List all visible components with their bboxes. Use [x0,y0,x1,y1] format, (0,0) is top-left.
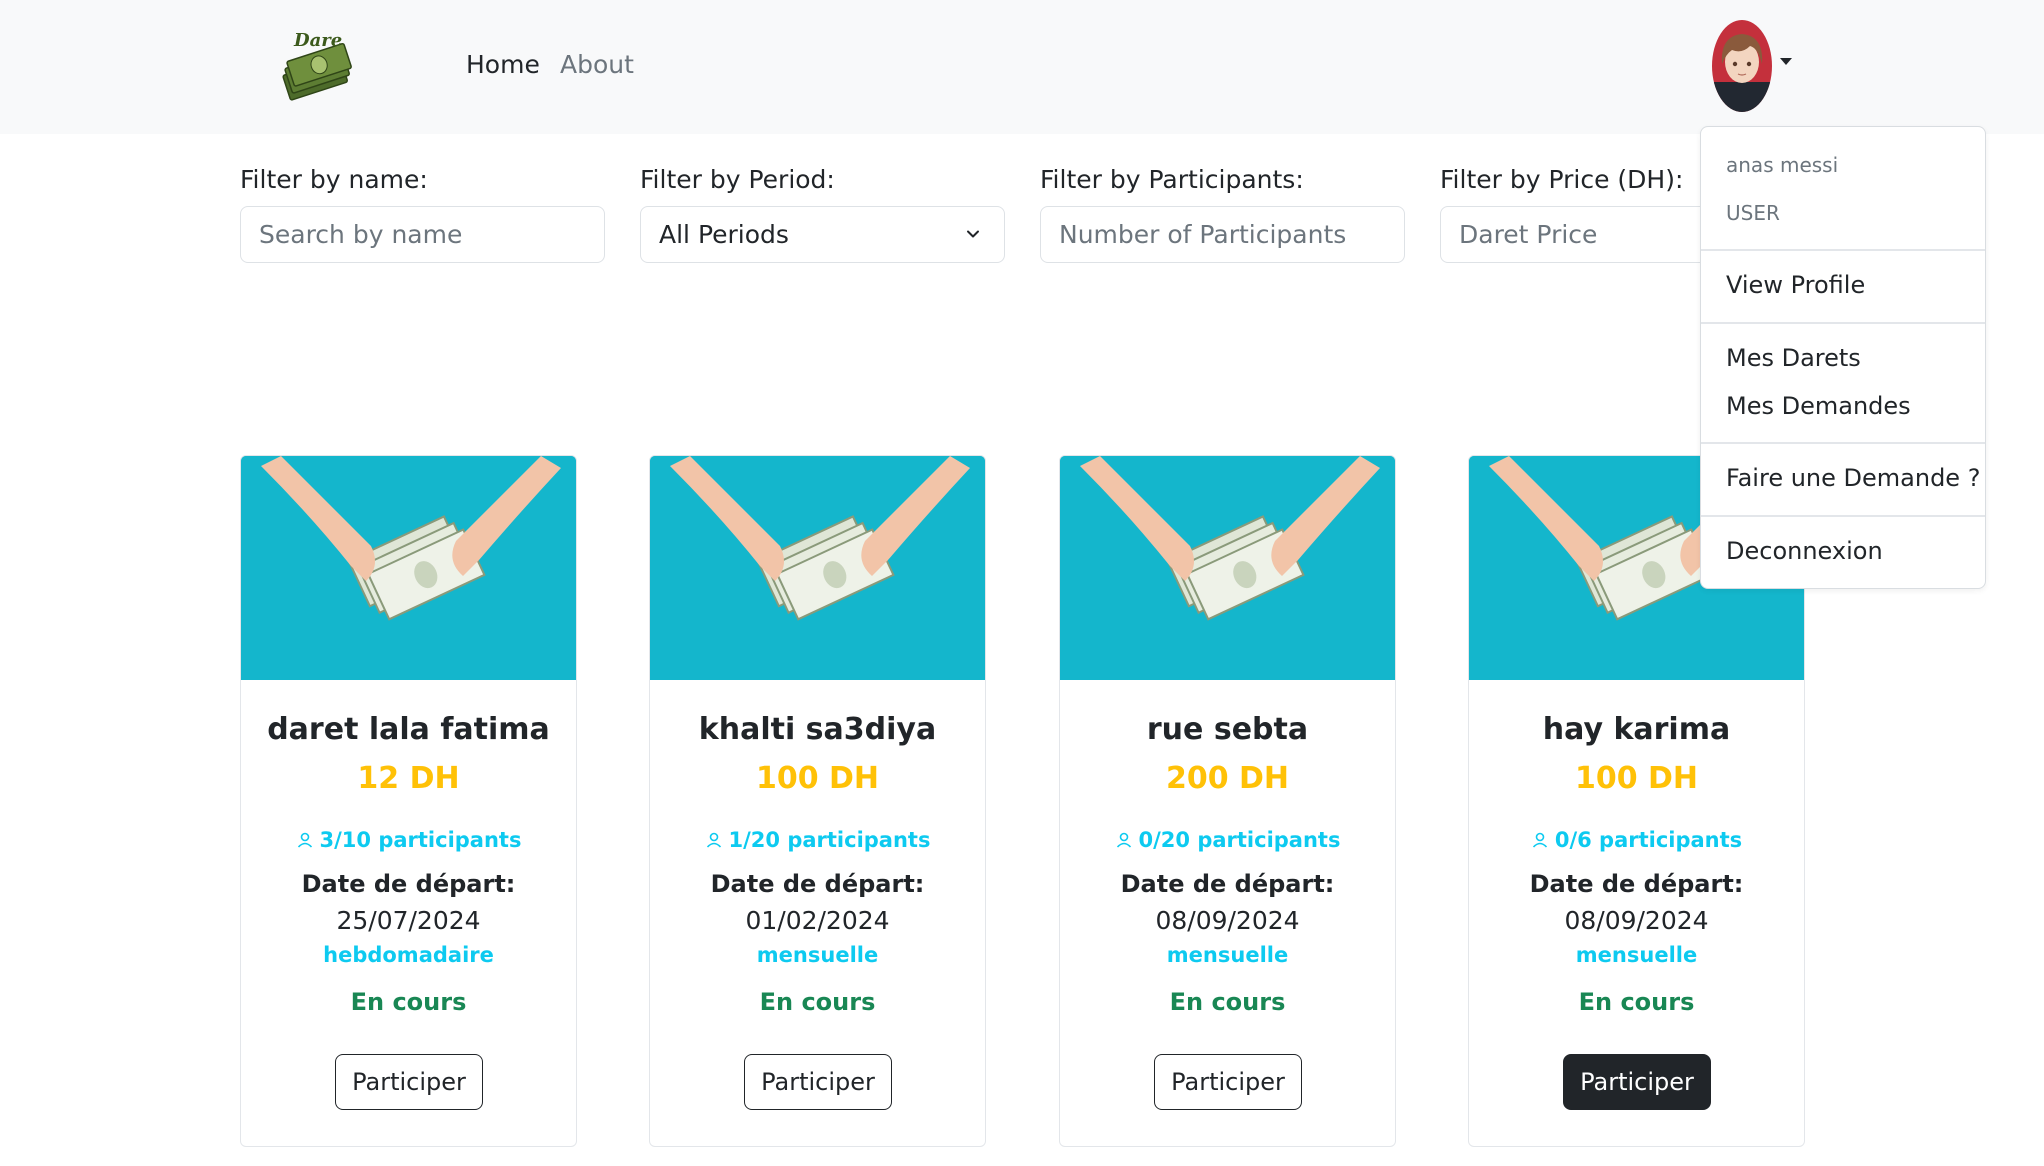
faire-demande-item[interactable]: Faire une Demande ? [1726,464,1980,492]
card-participants-text: 0/6 participants [1554,828,1743,852]
person-icon [1116,832,1131,848]
card-period: mensuelle [756,943,879,967]
nav-about-link[interactable]: About [560,50,634,79]
mes-darets-item[interactable]: Mes Darets [1726,344,1861,372]
card-date: 01/02/2024 [745,906,890,935]
user-avatar[interactable] [1712,20,1772,112]
card-participants-text: 3/10 participants [319,828,522,852]
dropdown-username: anas messi [1726,153,1839,177]
filter-name-group: Filter by name: [240,162,605,263]
card-participants: 1/20 participants [650,828,985,852]
card-status: En cours [1169,988,1286,1016]
card-date: 08/09/2024 [1155,906,1300,935]
card-participants-text: 1/20 participants [728,828,931,852]
money-image [241,456,576,680]
participer-button[interactable]: Participer [744,1054,892,1110]
card-date-label: Date de départ: [301,870,516,898]
participer-button[interactable]: Participer [335,1054,483,1110]
dropdown-role: USER [1726,201,1780,225]
card-date: 25/07/2024 [336,906,481,935]
dropdown-divider [1701,442,1985,444]
filter-period-label: Filter by Period: [640,165,835,194]
daret-card: rue sebta 200 DH 0/20 participants Date … [1059,455,1396,1147]
card-date-label: Date de départ: [1529,870,1744,898]
user-dropdown-menu: anas messi USER View Profile Mes Darets … [1700,126,1986,589]
card-price: 100 DH [1574,761,1699,796]
card-date-label: Date de départ: [1120,870,1335,898]
daret-card: daret lala fatima 12 DH 3/10 participant… [240,455,577,1147]
daret-logo[interactable]: Dare [278,30,362,102]
card-status: En cours [759,988,876,1016]
card-date: 08/09/2024 [1564,906,1709,935]
person-icon [1532,832,1547,848]
filter-period-value: All Periods [659,220,789,249]
card-date-label: Date de départ: [710,870,925,898]
card-period: mensuelle [1166,943,1289,967]
filter-participants-label: Filter by Participants: [1040,165,1304,194]
chevron-down-icon [967,230,979,238]
card-price: 200 DH [1165,761,1290,796]
person-icon [297,832,312,848]
dropdown-divider [1701,249,1985,251]
card-title: daret lala fatima [267,712,550,747]
logo-text: Dare [293,30,342,51]
card-price: 100 DH [755,761,880,796]
filter-name-input[interactable] [240,206,605,263]
card-status: En cours [350,988,467,1016]
card-title: rue sebta [1146,712,1309,747]
filter-participants-group: Filter by Participants: [1040,162,1405,263]
card-status: En cours [1578,988,1695,1016]
money-image [650,456,985,680]
filter-name-label: Filter by name: [240,165,428,194]
mes-demandes-item[interactable]: Mes Demandes [1726,392,1911,420]
money-image [1060,456,1395,680]
participer-button[interactable]: Participer [1563,1054,1711,1110]
user-menu-caret-icon[interactable] [1780,58,1792,65]
view-profile-item[interactable]: View Profile [1726,271,1865,299]
filter-participants-input[interactable] [1040,206,1405,263]
card-price: 12 DH [357,761,460,796]
person-icon [706,832,721,848]
card-participants: 0/20 participants [1060,828,1395,852]
card-period: hebdomadaire [323,943,494,967]
nav-home-link[interactable]: Home [466,50,540,79]
dropdown-divider [1701,322,1985,324]
card-title: hay karima [1542,712,1731,747]
filter-period-group: Filter by Period: All Periods [640,162,1005,263]
daret-card: khalti sa3diya 100 DH 1/20 participants … [649,455,986,1147]
navbar: Dare Home About [0,0,2044,134]
card-title: khalti sa3diya [698,712,937,747]
card-participants-text: 0/20 participants [1138,828,1341,852]
dropdown-divider [1701,515,1985,517]
card-participants: 3/10 participants [241,828,576,852]
card-participants: 0/6 participants [1469,828,1804,852]
filter-period-select[interactable]: All Periods [640,206,1005,263]
deconnexion-item[interactable]: Deconnexion [1726,537,1883,565]
participer-button[interactable]: Participer [1154,1054,1302,1110]
card-period: mensuelle [1575,943,1698,967]
